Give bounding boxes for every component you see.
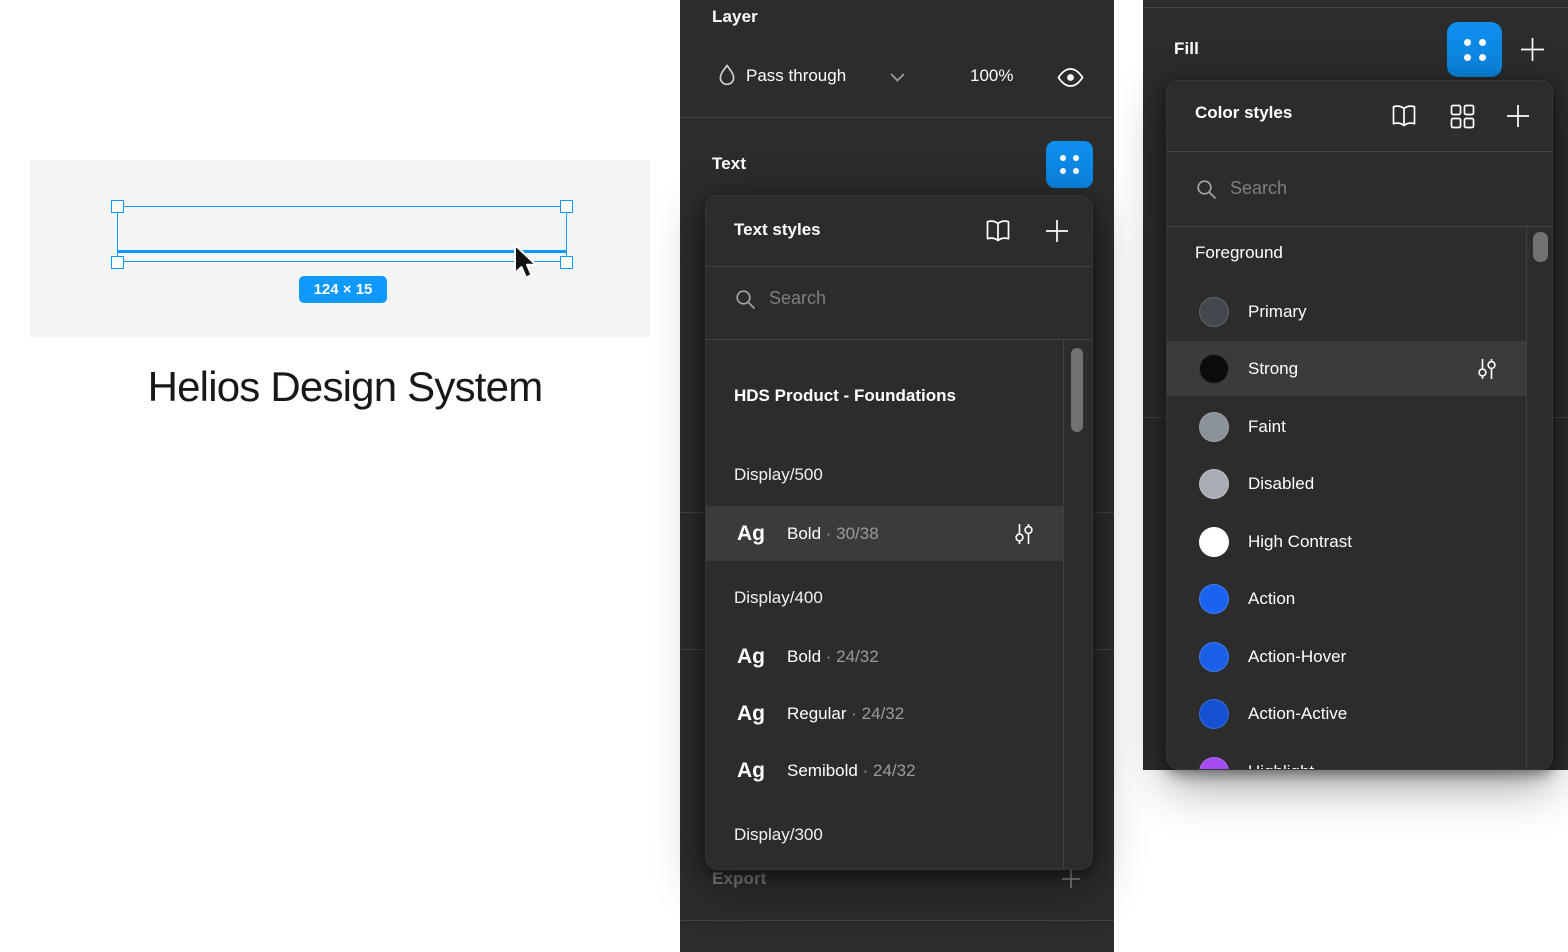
color-swatch: [1199, 584, 1229, 614]
text-baseline-highlight: [118, 250, 566, 253]
search-icon: [735, 289, 757, 311]
text-styles-popup-title: Text styles: [734, 220, 821, 240]
text-styles-search-input[interactable]: [769, 288, 989, 309]
color-group-foreground[interactable]: Foreground: [1195, 243, 1283, 263]
color-style-row[interactable]: Faint: [1167, 399, 1526, 454]
style-dots-icon: [1464, 39, 1486, 61]
selection-handle-bottom-right[interactable]: [560, 256, 573, 269]
divider: [706, 266, 1092, 267]
style-section-display-500[interactable]: Display/500: [734, 465, 823, 485]
text-style-row[interactable]: Ag Semibold · 24/32: [706, 743, 1063, 798]
selection-handle-top-right[interactable]: [560, 200, 573, 213]
divider: [680, 117, 1114, 118]
divider: [680, 920, 1114, 921]
edit-style-sliders-icon[interactable]: [1476, 357, 1498, 381]
color-swatch: [1199, 757, 1229, 771]
color-swatch: [1199, 297, 1229, 327]
add-color-style-icon[interactable]: [1505, 103, 1531, 129]
scrollbar-track-separator: [1063, 339, 1064, 870]
style-dots-icon: [1060, 155, 1079, 174]
text-section-title: Text: [712, 154, 746, 174]
color-style-name: Highlight: [1248, 762, 1314, 771]
style-sample-glyph: Ag: [737, 702, 765, 726]
export-section-title: Export: [712, 869, 766, 889]
color-swatch: [1199, 642, 1229, 672]
canvas-text-object[interactable]: Helios Design System: [120, 363, 570, 411]
properties-panel: Layer Pass through 100% Text Export: [680, 0, 1114, 952]
text-style-row[interactable]: Ag Bold · 30/38: [706, 506, 1063, 561]
chevron-down-icon[interactable]: [889, 72, 906, 83]
add-text-style-icon[interactable]: [1044, 218, 1070, 244]
color-swatch: [1199, 412, 1229, 442]
color-style-name: Strong: [1248, 359, 1298, 379]
grid-view-icon[interactable]: [1449, 103, 1476, 130]
style-library-group-title[interactable]: HDS Product - Foundations: [734, 386, 956, 406]
color-style-name: Action-Hover: [1248, 647, 1346, 667]
style-sample-glyph: Ag: [737, 645, 765, 669]
style-row-label: Semibold · 24/32: [787, 761, 916, 781]
selection-bounds: [117, 206, 567, 262]
text-style-applied-button[interactable]: [1046, 141, 1093, 188]
color-style-name: Faint: [1248, 417, 1286, 437]
divider: [1167, 226, 1552, 227]
style-library-book-icon[interactable]: [984, 219, 1012, 243]
style-row-label: Bold · 24/32: [787, 647, 879, 667]
export-add-icon[interactable]: [1060, 868, 1082, 890]
fill-section-title: Fill: [1174, 39, 1199, 59]
color-style-row[interactable]: Action-Hover: [1167, 629, 1526, 684]
color-style-row[interactable]: Action-Active: [1167, 686, 1526, 741]
style-section-display-400[interactable]: Display/400: [734, 588, 823, 608]
color-styles-popup-title: Color styles: [1195, 103, 1292, 123]
text-style-row[interactable]: Ag Regular · 24/32: [706, 686, 1063, 741]
scrollbar-track-separator: [1526, 226, 1527, 770]
layer-section-title: Layer: [712, 7, 758, 27]
color-style-row[interactable]: High Contrast: [1167, 514, 1526, 569]
scrollbar-thumb[interactable]: [1071, 348, 1083, 432]
color-swatch: [1199, 469, 1229, 499]
style-sample-glyph: Ag: [737, 522, 765, 546]
color-swatch: [1199, 699, 1229, 729]
color-style-row[interactable]: Disabled: [1167, 456, 1526, 511]
color-style-row[interactable]: Primary: [1167, 284, 1526, 339]
style-row-label: Bold · 30/38: [787, 524, 879, 544]
scrollbar-thumb[interactable]: [1533, 232, 1548, 262]
color-swatch: [1199, 354, 1229, 384]
divider: [706, 339, 1092, 340]
text-style-row[interactable]: Ag Bold · 24/32: [706, 629, 1063, 684]
color-style-name: Action: [1248, 589, 1295, 609]
style-sample-glyph: Ag: [737, 759, 765, 783]
visibility-eye-icon[interactable]: [1057, 67, 1084, 88]
color-style-row[interactable]: Highlight: [1167, 744, 1526, 770]
color-style-name: Primary: [1248, 302, 1307, 322]
color-swatch: [1199, 527, 1229, 557]
color-style-name: Action-Active: [1248, 704, 1347, 724]
edit-style-sliders-icon[interactable]: [1013, 522, 1035, 546]
style-library-book-icon[interactable]: [1390, 104, 1418, 128]
color-style-row[interactable]: Strong: [1167, 341, 1526, 396]
color-style-name: High Contrast: [1248, 532, 1352, 552]
canvas[interactable]: Helios Design System 124 × 15: [30, 160, 650, 337]
fill-panel: Fill Color styles: [1143, 0, 1568, 770]
color-style-row[interactable]: Action: [1167, 571, 1526, 626]
divider: [1167, 151, 1552, 152]
opacity-field[interactable]: 100%: [970, 66, 1013, 86]
blend-mode-icon: [715, 63, 739, 90]
style-row-label: Regular · 24/32: [787, 704, 904, 724]
color-styles-popup: Color styles Foreground: [1166, 80, 1553, 770]
figma-workspace: Helios Design System 124 × 15 Layer Pass…: [0, 0, 1568, 952]
style-section-display-300[interactable]: Display/300: [734, 825, 823, 845]
dimension-badge: 124 × 15: [299, 276, 387, 303]
selection-handle-bottom-left[interactable]: [111, 256, 124, 269]
add-fill-icon[interactable]: [1519, 36, 1546, 63]
search-icon: [1196, 179, 1218, 201]
text-styles-popup: Text styles HDS Product - Foundations Di…: [705, 195, 1093, 870]
mouse-cursor-icon: [512, 244, 542, 282]
divider: [1143, 7, 1568, 8]
fill-style-applied-button[interactable]: [1447, 22, 1502, 77]
color-style-name: Disabled: [1248, 474, 1314, 494]
blend-mode-select[interactable]: Pass through: [746, 66, 846, 86]
color-styles-search-input[interactable]: [1230, 178, 1450, 199]
selection-handle-top-left[interactable]: [111, 200, 124, 213]
